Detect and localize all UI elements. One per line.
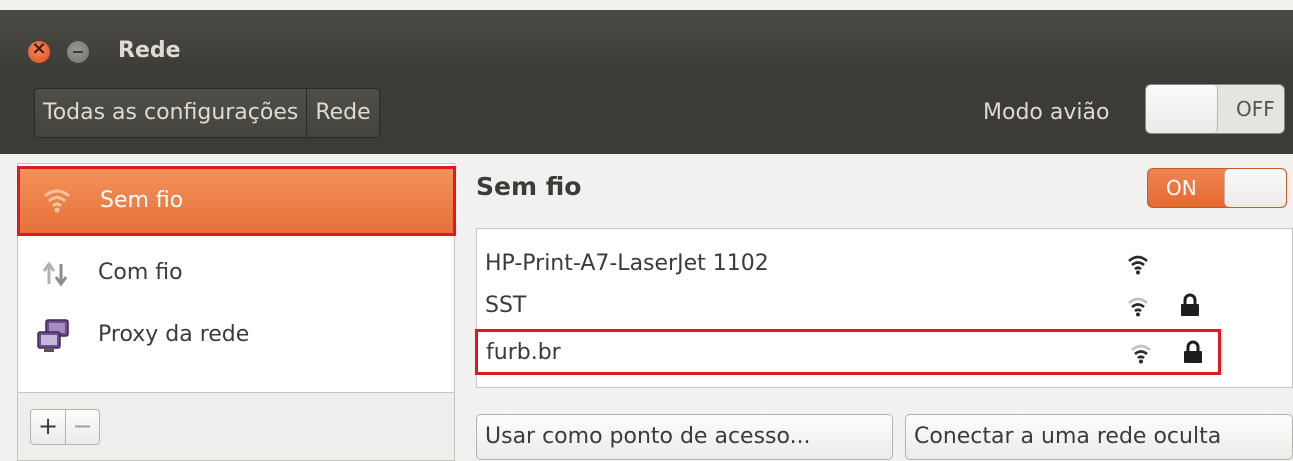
breadcrumb-network[interactable]: Rede xyxy=(306,89,378,137)
network-list: HP-Print-A7-LaserJet 1102 SST furb.br xyxy=(475,228,1293,388)
wifi-signal-icon xyxy=(1128,255,1148,275)
lock-icon xyxy=(1184,340,1202,363)
sidebar-item-proxy[interactable]: Proxy da rede xyxy=(18,302,454,368)
breadcrumb-all-settings[interactable]: Todas as configurações xyxy=(35,89,306,137)
remove-device-button[interactable]: − xyxy=(65,410,99,444)
window-title: Rede xyxy=(118,38,181,63)
network-name: furb.br xyxy=(486,340,561,365)
wifi-signal-icon xyxy=(1128,297,1148,317)
network-name: SST xyxy=(485,293,527,318)
title-bar: Rede xyxy=(0,10,1293,74)
device-list-toolbar: + − xyxy=(17,393,455,461)
switch-knob xyxy=(1224,169,1286,207)
wifi-signal-icon xyxy=(1131,344,1151,364)
list-item[interactable]: HP-Print-A7-LaserJet 1102 xyxy=(477,243,1292,285)
wifi-icon xyxy=(44,189,70,213)
airplane-mode-switch[interactable]: OFF xyxy=(1145,84,1285,134)
add-device-button[interactable]: + xyxy=(31,410,65,444)
sidebar-item-label: Com fio xyxy=(98,260,183,285)
lock-icon xyxy=(1181,293,1199,316)
list-item[interactable]: furb.br xyxy=(475,329,1221,375)
hotspot-button[interactable]: Usar como ponto de acesso... xyxy=(476,414,893,460)
device-list: Sem fio Com fio Proxy da rede xyxy=(17,163,456,393)
wired-arrows-icon xyxy=(42,261,68,287)
wifi-switch-state: ON xyxy=(1166,176,1197,200)
airplane-mode-label: Modo avião xyxy=(983,100,1110,125)
wifi-switch[interactable]: ON xyxy=(1147,168,1287,208)
switch-knob xyxy=(1146,85,1218,133)
proxy-computers-icon xyxy=(37,319,69,352)
add-remove-group: + − xyxy=(30,409,100,445)
connect-hidden-network-button[interactable]: Conectar a uma rede oculta xyxy=(905,414,1293,460)
network-name: HP-Print-A7-LaserJet 1102 xyxy=(485,251,769,276)
page-title: Sem fio xyxy=(476,172,582,201)
list-item[interactable]: SST xyxy=(477,285,1292,327)
airplane-mode-state: OFF xyxy=(1236,97,1275,121)
sidebar-item-label: Proxy da rede xyxy=(98,322,250,347)
sidebar-item-wired[interactable]: Com fio xyxy=(18,240,454,306)
sidebar-item-wireless[interactable]: Sem fio xyxy=(17,166,456,236)
minimize-icon[interactable] xyxy=(67,41,89,63)
sidebar-item-label: Sem fio xyxy=(100,188,184,213)
close-icon[interactable] xyxy=(28,38,50,63)
toolbar: Todas as configurações Rede Modo avião xyxy=(0,74,1293,154)
breadcrumb: Todas as configurações Rede xyxy=(34,88,380,138)
